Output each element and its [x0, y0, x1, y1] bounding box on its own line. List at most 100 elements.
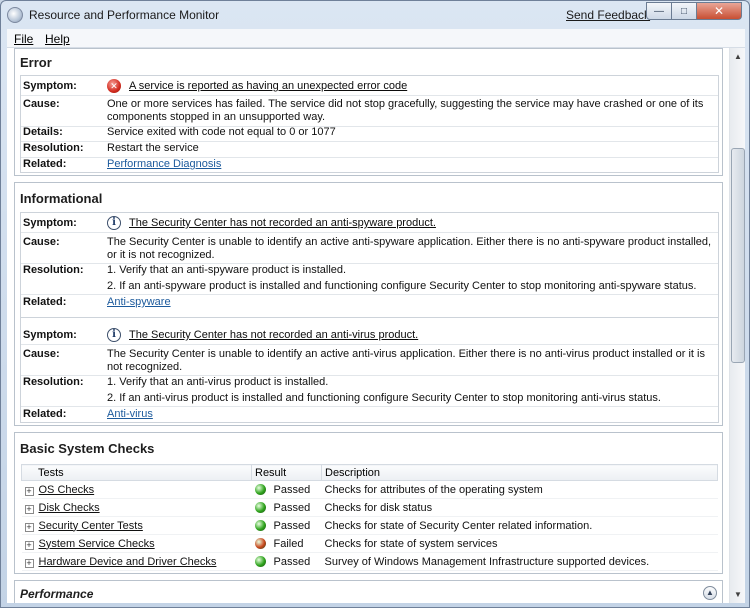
informational-details: Symptom: i The Security Center has not r…	[20, 212, 719, 423]
check-description-cell: Checks for disk status	[321, 498, 718, 517]
window-title: Resource and Performance Monitor	[29, 8, 220, 22]
menu-bar: File Help	[7, 29, 745, 48]
menu-help-label: Help	[45, 32, 70, 46]
title-bar[interactable]: Resource and Performance Monitor Send Fe…	[1, 1, 749, 29]
row-separator	[21, 344, 718, 345]
info-symptom-link[interactable]: The Security Center has not recorded an …	[129, 217, 629, 230]
info-related-label: Related:	[23, 408, 67, 420]
status-dot-icon	[254, 483, 266, 495]
chevron-up-circle-icon[interactable]: ▲	[703, 586, 717, 600]
row-separator	[21, 294, 718, 295]
col-header-result[interactable]: Result	[251, 464, 322, 481]
checks-section-title: Basic System Checks	[20, 441, 155, 456]
scroll-down-arrow[interactable]: ▼	[730, 586, 746, 603]
info-resolution-step-1: 1. Verify that an anti-virus product is …	[107, 376, 329, 388]
check-test-cell: + System Service Checks	[21, 534, 252, 553]
row-separator	[21, 406, 718, 407]
info-resolution-step-2: 2. If an anti-spyware product is install…	[107, 280, 697, 292]
check-test-link[interactable]: Hardware Device and Driver Checks	[39, 556, 217, 568]
send-feedback-link[interactable]: Send Feedback	[566, 8, 650, 22]
menu-help[interactable]: Help	[45, 32, 70, 46]
vertical-scrollbar[interactable]: ▲ ▼	[729, 48, 745, 603]
check-description-cell: Checks for attributes of the operating s…	[321, 480, 718, 499]
error-section: Error Symptom: ✕ A service is reported a…	[14, 48, 723, 176]
info-related-link[interactable]: Anti-spyware	[107, 296, 171, 309]
check-result-cell: Passed	[251, 480, 322, 499]
row-separator	[21, 95, 718, 96]
col-header-description[interactable]: Description	[321, 464, 718, 481]
check-test-link[interactable]: Security Center Tests	[39, 520, 143, 532]
error-details: Symptom: ✕ A service is reported as havi…	[20, 75, 719, 173]
col-header-tests[interactable]: Tests	[21, 464, 252, 481]
table-row[interactable]: + Security Center Tests Passed Checks for s…	[21, 516, 718, 535]
error-related-label: Related:	[23, 158, 67, 170]
error-resolution-text: Restart the service	[107, 142, 199, 154]
table-row[interactable]: + System Service Checks Failed Checks for s…	[21, 534, 718, 553]
plus-box-icon[interactable]: +	[24, 522, 34, 532]
check-description-cell: Survey of Windows Management Infrastruct…	[321, 552, 718, 571]
info-resolution-step-1: 1. Verify that an anti-spyware product i…	[107, 264, 347, 276]
check-result-text: Passed	[273, 555, 311, 568]
check-result-text: Passed	[273, 519, 311, 532]
info-symptom-link[interactable]: The Security Center has not recorded an …	[129, 329, 629, 342]
error-cause-label: Cause:	[23, 98, 60, 110]
menu-file-label: File	[14, 32, 34, 46]
info-icon: i	[107, 216, 121, 230]
info-related-link[interactable]: Anti-virus	[107, 408, 153, 421]
performance-section-title: Performance	[20, 587, 94, 601]
status-dot-icon	[254, 501, 266, 513]
info-symptom-label: Symptom:	[23, 329, 77, 341]
close-button[interactable]: ✕	[696, 2, 742, 20]
check-result-cell: Passed	[251, 552, 322, 571]
menu-file[interactable]: File	[14, 32, 33, 46]
scroll-up-arrow[interactable]: ▲	[730, 48, 746, 65]
error-related-link[interactable]: Performance Diagnosis	[107, 158, 221, 171]
check-test-cell: + Hardware Device and Driver Checks	[21, 552, 252, 571]
check-test-link[interactable]: OS Checks	[39, 484, 95, 496]
status-dot-icon	[254, 519, 266, 531]
info-cause-label: Cause:	[23, 236, 60, 248]
informational-section-title: Informational	[20, 191, 103, 206]
info-symptom-label: Symptom:	[23, 217, 77, 229]
minimize-button[interactable]: —	[646, 2, 672, 20]
info-resolution-step-2: 2. If an anti-virus product is installed…	[107, 392, 661, 404]
scrollbar-thumb[interactable]	[731, 148, 745, 363]
check-result-cell: Passed	[251, 498, 322, 517]
check-test-link[interactable]: System Service Checks	[39, 538, 155, 550]
check-result-text: Passed	[273, 501, 311, 514]
check-result-cell: Passed	[251, 516, 322, 535]
plus-box-icon[interactable]: +	[24, 504, 34, 514]
table-row[interactable]: + Hardware Device and Driver Checks Passed…	[21, 552, 718, 571]
check-description-cell: Checks for state of Security Center rela…	[321, 516, 718, 535]
info-related-label: Related:	[23, 296, 67, 308]
basic-system-checks-section: Basic System Checks Tests Result Descrip…	[14, 432, 723, 574]
check-description-cell: Checks for state of system services	[321, 534, 718, 553]
error-symptom-link[interactable]: A service is reported as having an unexp…	[129, 80, 629, 93]
checks-table: Tests Result Description + OS Checks Passe…	[21, 464, 718, 571]
maximize-button[interactable]: □	[671, 2, 697, 20]
error-details-text: Service exited with code not equal to 0 …	[107, 126, 336, 138]
plus-box-icon[interactable]: +	[24, 558, 34, 568]
check-test-cell: + OS Checks	[21, 480, 252, 499]
performance-section: Performance ▲	[14, 580, 723, 603]
info-cause-text: The Security Center is unable to identif…	[107, 348, 705, 373]
table-row[interactable]: + Disk Checks Passed Checks for disk status	[21, 498, 718, 517]
error-resolution-label: Resolution:	[23, 142, 84, 154]
table-row[interactable]: + OS Checks Passed Checks for attributes of…	[21, 480, 718, 499]
check-test-link[interactable]: Disk Checks	[39, 502, 100, 514]
error-details-label: Details:	[23, 126, 63, 138]
item-divider	[21, 317, 718, 318]
app-icon	[7, 7, 23, 23]
info-icon: i	[107, 328, 121, 342]
info-resolution-label: Resolution:	[23, 264, 84, 276]
plus-box-icon[interactable]: +	[24, 486, 34, 496]
check-result-text: Failed	[273, 537, 304, 550]
info-cause-text: The Security Center is unable to identif…	[107, 236, 712, 261]
check-result-cell: Failed	[251, 534, 322, 553]
check-test-cell: + Security Center Tests	[21, 516, 252, 535]
row-separator	[21, 232, 718, 233]
window-controls: — □ ✕	[646, 2, 742, 22]
status-dot-icon	[254, 555, 266, 567]
plus-box-icon[interactable]: +	[24, 540, 34, 550]
report-content: Error Symptom: ✕ A service is reported a…	[7, 48, 729, 603]
